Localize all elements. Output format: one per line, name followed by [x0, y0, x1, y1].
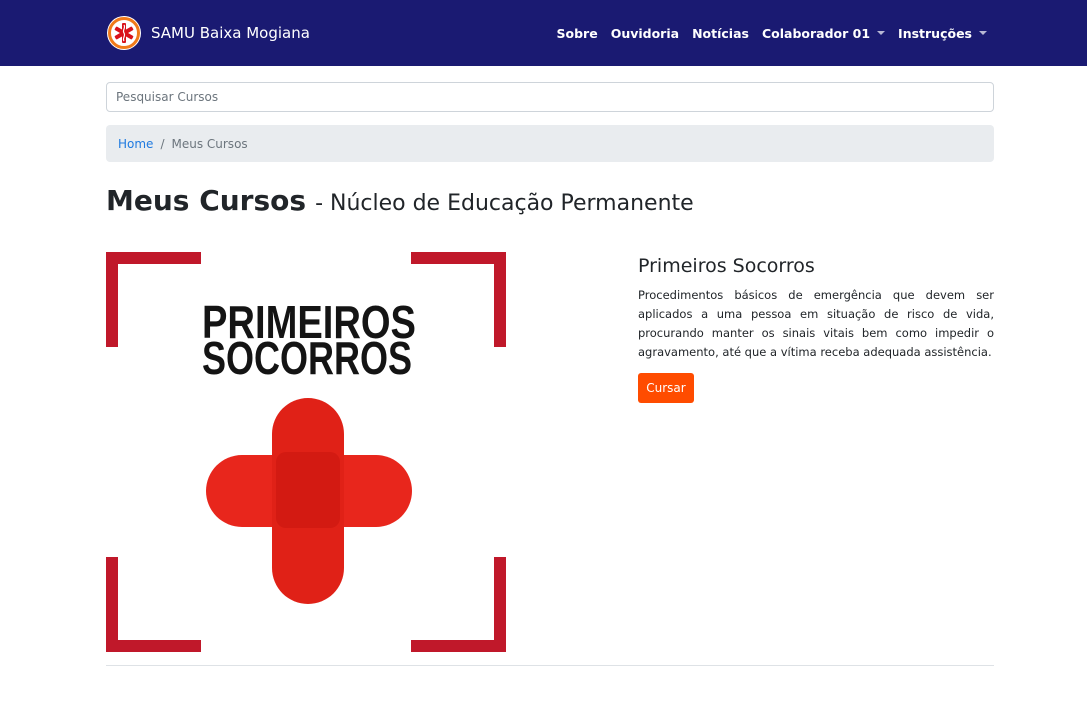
caret-down-icon: [979, 31, 987, 35]
cursar-button[interactable]: Cursar: [638, 373, 694, 403]
breadcrumb-separator: /: [160, 136, 165, 151]
search-courses-input[interactable]: [106, 82, 994, 112]
brand-link[interactable]: SAMU Baixa Mogiana: [106, 15, 310, 51]
course-description: Procedimentos básicos de emergência que …: [638, 288, 994, 359]
nav-link-label: Sobre: [556, 25, 598, 41]
samu-logo-icon: [107, 16, 141, 50]
top-navbar: SAMU Baixa Mogiana Sobre Ouvidoria Notíc…: [0, 0, 1087, 66]
content-divider: [106, 665, 994, 666]
course-image-primeiros-socorros[interactable]: PRIMEIROS SOCORROS: [106, 252, 506, 652]
page-title-main: Meus Cursos: [106, 184, 307, 217]
page-title-subtitle: - Núcleo de Educação Permanente: [315, 191, 694, 216]
nav-link-label: Notícias: [692, 25, 749, 41]
nav-link-sobre[interactable]: Sobre: [557, 26, 598, 41]
breadcrumb: Home / Meus Cursos: [106, 125, 994, 162]
main-nav: Sobre Ouvidoria Notícias Colaborador 01 …: [544, 0, 987, 66]
brand-name: SAMU Baixa Mogiana: [151, 24, 310, 42]
nav-link-ouvidoria[interactable]: Ouvidoria: [611, 26, 679, 41]
nav-link-label: Colaborador 01: [761, 25, 871, 41]
nav-link-noticias[interactable]: Notícias: [692, 26, 749, 41]
nav-link-label: Ouvidoria: [610, 25, 680, 41]
course-title: Primeiros Socorros: [638, 255, 815, 277]
caret-down-icon: [877, 31, 886, 35]
page-title: Meus Cursos - Núcleo de Educação Permane…: [106, 184, 694, 217]
nav-link-label: Instruções: [898, 25, 972, 41]
breadcrumb-current: Meus Cursos: [171, 136, 248, 151]
nav-dropdown-colaborador[interactable]: Colaborador 01: [761, 25, 886, 41]
image-title-line2: SOCORROS: [202, 332, 412, 384]
breadcrumb-home-link[interactable]: Home: [118, 137, 153, 151]
nav-dropdown-instrucoes[interactable]: Instruções: [898, 26, 987, 41]
